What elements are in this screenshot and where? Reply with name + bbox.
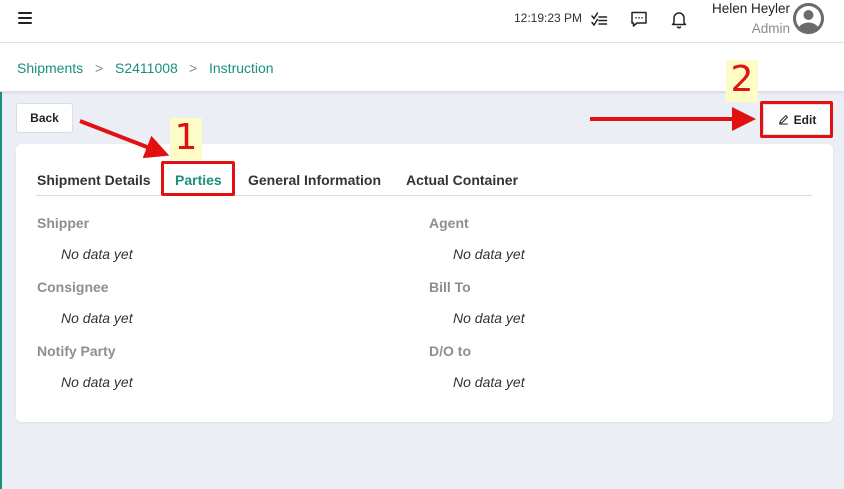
chat-icon[interactable]	[629, 9, 649, 29]
agent-value: No data yet	[453, 246, 525, 262]
back-button-label: Back	[30, 111, 59, 125]
do-to-value: No data yet	[453, 374, 525, 390]
tab-actual-container[interactable]: Actual Container	[406, 172, 518, 188]
do-to-label: D/O to	[429, 343, 471, 359]
bell-icon[interactable]	[669, 9, 689, 29]
tab-general-information[interactable]: General Information	[248, 172, 381, 188]
pencil-icon	[778, 114, 788, 125]
parties-card: Shipment Details Parties General Informa…	[16, 144, 833, 422]
bill-to-value: No data yet	[453, 310, 525, 326]
consignee-value: No data yet	[61, 310, 133, 326]
edit-button[interactable]: Edit	[763, 104, 831, 135]
shipper-label: Shipper	[37, 215, 90, 231]
bill-to-label: Bill To	[429, 279, 471, 295]
task-list-icon[interactable]	[589, 9, 609, 29]
menu-icon[interactable]	[18, 12, 32, 25]
tab-bar: Shipment Details Parties General Informa…	[36, 164, 812, 196]
breadcrumb-separator: >	[189, 60, 198, 76]
top-bar: 12:19:23 PM Helen Heyler Admin	[0, 0, 844, 43]
notify-party-value: No data yet	[61, 374, 133, 390]
user-name[interactable]: Helen Heyler	[712, 1, 790, 16]
consignee-label: Consignee	[37, 279, 109, 295]
shipper-value: No data yet	[61, 246, 133, 262]
breadcrumb-instruction[interactable]: Instruction	[209, 60, 274, 76]
breadcrumb-shipment-id[interactable]: S2411008	[115, 60, 178, 76]
tab-shipment-details[interactable]: Shipment Details	[37, 172, 151, 188]
tab-parties[interactable]: Parties	[175, 172, 222, 188]
notify-party-label: Notify Party	[37, 343, 116, 359]
breadcrumb: Shipments > S2411008 > Instruction	[0, 43, 844, 92]
breadcrumb-separator: >	[95, 60, 104, 76]
clock: 12:19:23 PM	[514, 11, 583, 25]
user-avatar-icon[interactable]	[793, 3, 824, 34]
back-button[interactable]: Back	[16, 103, 73, 133]
user-role: Admin	[751, 21, 790, 36]
edit-button-label: Edit	[793, 112, 817, 127]
breadcrumb-shipments[interactable]: Shipments	[17, 60, 83, 76]
agent-label: Agent	[429, 215, 469, 231]
